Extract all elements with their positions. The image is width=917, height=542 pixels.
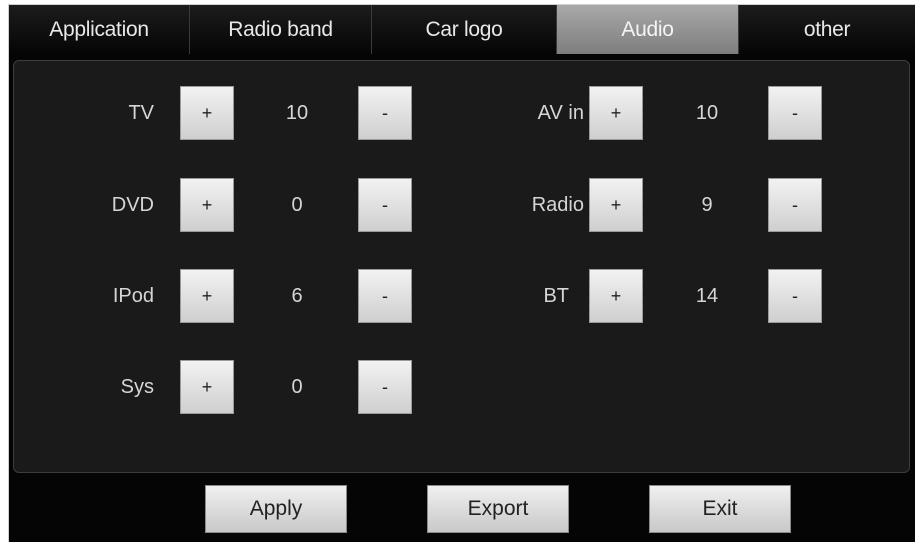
exit-button[interactable]: Exit bbox=[649, 485, 791, 533]
channel-row-sys: Sys + 0 - bbox=[14, 360, 454, 414]
tab-radio-band[interactable]: Radio band bbox=[190, 5, 372, 54]
channel-row-av-in: AV in + 10 - bbox=[14, 86, 904, 140]
apply-button[interactable]: Apply bbox=[205, 485, 347, 533]
av-in-level-value: 10 bbox=[695, 102, 719, 124]
export-button[interactable]: Export bbox=[427, 485, 569, 533]
channel-label-sys: Sys bbox=[120, 376, 154, 398]
sys-decrease-button[interactable]: - bbox=[358, 360, 412, 414]
bt-level-value: 14 bbox=[695, 285, 719, 307]
channel-label-bt: BT bbox=[543, 285, 569, 307]
channel-label-av-in: AV in bbox=[537, 102, 584, 124]
tab-bar: Application Radio band Car logo Audio ot… bbox=[9, 5, 915, 54]
audio-settings-screen: Application Radio band Car logo Audio ot… bbox=[8, 4, 915, 542]
channel-label-radio: Radio bbox=[531, 194, 584, 216]
radio-level-value: 9 bbox=[701, 194, 713, 216]
sys-increase-button[interactable]: + bbox=[180, 360, 234, 414]
radio-decrease-button[interactable]: - bbox=[768, 178, 822, 232]
bt-decrease-button[interactable]: - bbox=[768, 269, 822, 323]
bt-increase-button[interactable]: + bbox=[589, 269, 643, 323]
tab-application[interactable]: Application bbox=[9, 5, 190, 54]
tab-audio[interactable]: Audio bbox=[557, 5, 739, 54]
sys-level-value: 0 bbox=[291, 376, 303, 398]
tab-other[interactable]: other bbox=[739, 5, 915, 54]
tab-car-logo[interactable]: Car logo bbox=[372, 5, 557, 54]
av-in-decrease-button[interactable]: - bbox=[768, 86, 822, 140]
av-in-increase-button[interactable]: + bbox=[589, 86, 643, 140]
audio-levels-panel: TV + 10 - DVD + 0 - IPod + 6 - Sys + 0 -… bbox=[13, 60, 910, 473]
radio-increase-button[interactable]: + bbox=[589, 178, 643, 232]
channel-row-radio: Radio + 9 - bbox=[14, 178, 904, 232]
channel-row-bt: BT + 14 - bbox=[14, 269, 904, 323]
